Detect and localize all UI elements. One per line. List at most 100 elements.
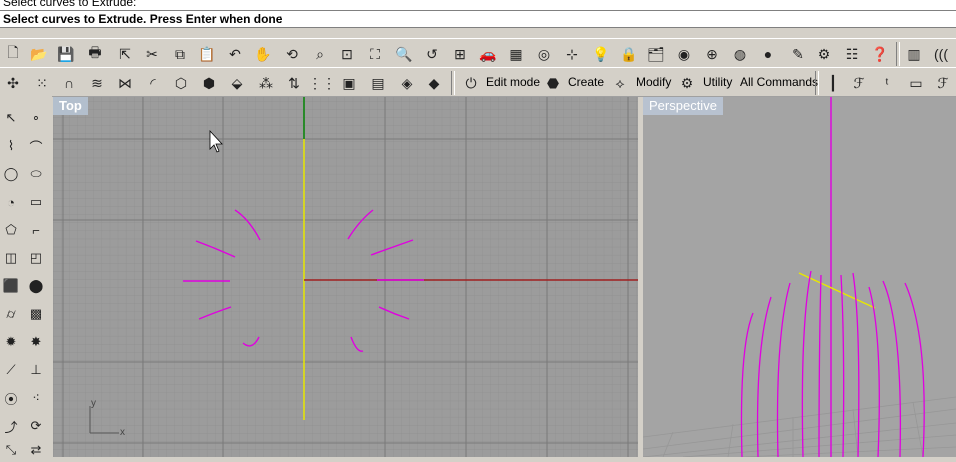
split-curve-icon[interactable]: ⊥ — [25, 358, 47, 382]
cylinder-icon[interactable]: ⌭ — [0, 302, 22, 326]
new-file-icon[interactable]: 🗋 — [2, 43, 24, 65]
mesh-box-icon[interactable]: ▥ — [903, 43, 925, 65]
lock-icon[interactable]: 🔒 — [618, 43, 640, 65]
arc-icon[interactable]: ◔ — [0, 190, 22, 214]
layer-icon[interactable]: 🗂 — [645, 43, 667, 65]
modify-icon[interactable]: ⟡ — [609, 72, 631, 94]
select-arrow-icon[interactable]: ↖ — [0, 106, 22, 130]
car-icon[interactable]: 🚗 — [477, 43, 499, 65]
print-icon[interactable]: 🖶 — [84, 43, 106, 65]
control-points-icon[interactable]: ⁙ — [31, 72, 53, 94]
command-list-icon[interactable]: ☷ — [841, 43, 863, 65]
pan-hand-icon[interactable]: ✋ — [252, 43, 274, 65]
rectangle-icon[interactable]: ▭ — [25, 190, 47, 214]
axis-label-x: x — [120, 427, 125, 438]
polygon-icon[interactable]: ⬠ — [0, 218, 22, 242]
four-viewports-icon[interactable]: ⊞ — [449, 43, 471, 65]
fr-icon[interactable]: ℱ — [932, 72, 954, 94]
surface-corner-icon[interactable]: ◫ — [0, 246, 22, 270]
command-history-line: Select curves to Extrude: — [3, 0, 137, 9]
open-folder-icon[interactable]: 📂 — [28, 43, 50, 65]
box-solid-icon[interactable]: ⬢ — [198, 72, 220, 94]
curve-icon[interactable]: ⌒ — [25, 134, 47, 158]
gear-transform-icon[interactable]: ✹ — [0, 330, 22, 354]
surface-icon[interactable]: ≋ — [86, 72, 108, 94]
zoom-selected-icon[interactable]: 🔍 — [393, 43, 415, 65]
cut-icon[interactable]: ✂ — [141, 43, 163, 65]
zoom-dynamic-icon[interactable]: ⌕ — [309, 43, 331, 65]
mesh-plane-icon[interactable]: ▩ — [25, 302, 47, 326]
point-icon[interactable]: ∘ — [25, 106, 47, 130]
copy-icon[interactable]: ⧉ — [169, 43, 191, 65]
grid-plane-icon[interactable]: ▦ — [505, 43, 527, 65]
tab-create[interactable]: Create — [568, 75, 604, 89]
magnet-icon[interactable]: ∩ — [58, 72, 80, 94]
left-toolbar: ↖ ∘ ⌇ ⌒ ◯ ⬭ ◔ ▭ ⬠ ⌐ ◫ ◰ ⬛ ⬤ ⌭ ▩ ✹ ✸ ⟋ ⊥ … — [0, 96, 52, 457]
perspective-viewport[interactable]: Perspective — [643, 97, 956, 457]
text-object-icon[interactable]: ◆ — [423, 72, 445, 94]
boolean-icon[interactable]: ⦿ — [0, 386, 22, 410]
object-snap-icon[interactable]: ⊹ — [561, 43, 583, 65]
spotlight-icon[interactable]: ✎ — [787, 43, 809, 65]
f4sr-icon[interactable]: ▭ — [905, 72, 927, 94]
move-icon[interactable]: ⤴ — [0, 414, 22, 438]
rotate-view-icon[interactable]: ⟲ — [281, 43, 303, 65]
box-icon[interactable]: ⬛ — [0, 274, 22, 298]
point-cloud-icon[interactable]: ⋮⋮ — [308, 72, 336, 94]
sphere-icon[interactable]: ⬤ — [25, 274, 47, 298]
tab-modify[interactable]: Modify — [636, 75, 671, 89]
power-icon[interactable]: ⏻ — [460, 72, 482, 94]
shaded-sphere-icon[interactable]: ◍ — [729, 43, 751, 65]
rotate-icon[interactable]: ⟳ — [25, 414, 47, 438]
tab-all-commands[interactable]: All Commands — [740, 75, 818, 89]
top-viewport[interactable]: y x Top — [53, 97, 638, 457]
tfr-icon[interactable]: ᵗ — [876, 72, 898, 94]
viewport-title-perspective[interactable]: Perspective — [643, 97, 723, 115]
polyline-icon[interactable]: ⌇ — [0, 134, 22, 158]
paste-icon[interactable]: 📋 — [196, 43, 218, 65]
viewport-title-top[interactable]: Top — [53, 97, 88, 115]
trim-icon[interactable]: ⟋ — [0, 358, 22, 382]
mesh-grid-icon[interactable]: ▤ — [367, 72, 389, 94]
zoom-extents-icon[interactable]: ⛶ — [364, 43, 386, 65]
group-icon[interactable]: ⁖ — [25, 386, 47, 410]
tab-edit-mode[interactable]: Edit mode — [486, 75, 540, 89]
ellipse-icon[interactable]: ⬭ — [25, 162, 47, 186]
plane-icon[interactable]: ◈ — [396, 72, 418, 94]
render-sphere-icon[interactable]: ● — [757, 43, 779, 65]
toolbar-separator — [896, 42, 900, 66]
utility-gear-icon[interactable]: ⚙ — [676, 72, 698, 94]
mirror-icon[interactable]: ⇄ — [25, 438, 47, 462]
fillet-icon[interactable]: ◜ — [142, 72, 164, 94]
split-icon[interactable]: ⋈ — [114, 72, 136, 94]
point-icon[interactable]: ◎ — [533, 43, 555, 65]
wireframe-sphere-icon[interactable]: ⊕ — [701, 43, 723, 65]
explode-icon[interactable]: ✸ — [25, 330, 47, 354]
undo-view-icon[interactable]: ↺ — [421, 43, 443, 65]
vertical-line-icon[interactable]: ┃ — [822, 72, 844, 94]
undo-icon[interactable]: ↶ — [224, 43, 246, 65]
help-icon[interactable]: ❓ — [869, 43, 891, 65]
color-wheel-icon[interactable]: ◉ — [673, 43, 695, 65]
zoom-window-icon[interactable]: ⊡ — [336, 43, 358, 65]
scale-icon[interactable]: ⤡ — [0, 438, 22, 462]
light-bulb-icon[interactable]: 💡 — [590, 43, 612, 65]
circle-icon[interactable]: ◯ — [0, 162, 22, 186]
solid-icon[interactable]: ⬡ — [170, 72, 192, 94]
command-prompt[interactable]: Select curves to Extrude. Press Enter wh… — [0, 10, 956, 28]
create-box-icon[interactable]: ⬣ — [542, 72, 564, 94]
array-icon[interactable]: ⁂ — [255, 72, 277, 94]
command-prompt-input[interactable]: : — [279, 12, 282, 26]
settings-gear-icon[interactable]: ⚙ — [813, 43, 835, 65]
fillet-curve-icon[interactable]: ⌐ — [25, 218, 47, 242]
mesh-icon[interactable]: ▣ — [338, 72, 360, 94]
loft-icon[interactable]: ((( — [930, 43, 952, 65]
surface-edge-icon[interactable]: ◰ — [25, 246, 47, 270]
tab-utility[interactable]: Utility — [703, 75, 732, 89]
export-icon[interactable]: ⇱ — [114, 43, 136, 65]
curve-tool-icon[interactable]: ✣ — [2, 72, 24, 94]
frp-icon[interactable]: ℱ — [848, 72, 870, 94]
sort-icon[interactable]: ⇅ — [283, 72, 305, 94]
extrude-icon[interactable]: ⬙ — [226, 72, 248, 94]
save-icon[interactable]: 💾 — [55, 43, 77, 65]
